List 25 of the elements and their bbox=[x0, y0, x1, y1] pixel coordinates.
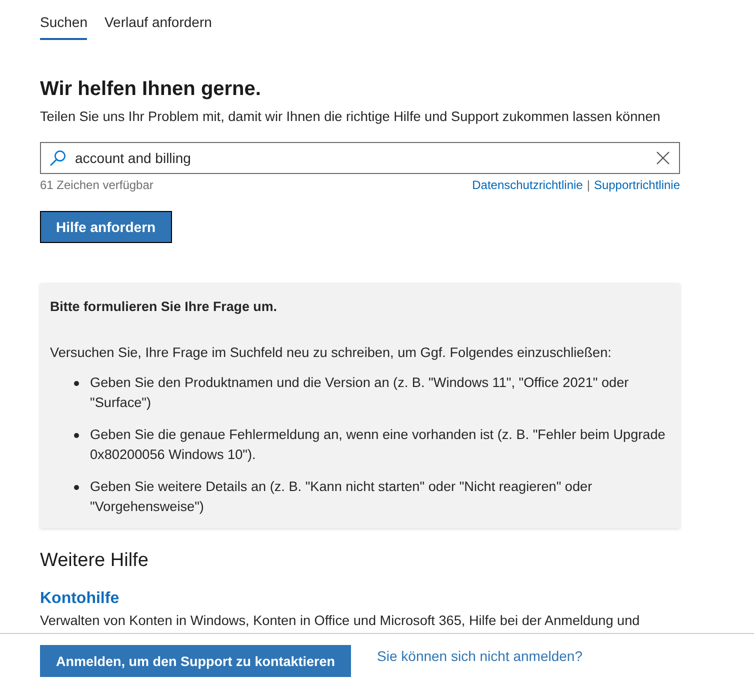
tab[interactable]: Suchen bbox=[40, 12, 88, 40]
character-counter: 61 Zeichen verfügbar bbox=[40, 177, 154, 193]
bullet-icon bbox=[74, 485, 79, 490]
cannot-sign-in-link[interactable]: Sie können sich nicht anmelden? bbox=[377, 646, 582, 666]
bullet-icon bbox=[74, 433, 79, 438]
policy-link[interactable]: Supportrichtlinie bbox=[594, 177, 680, 193]
tab[interactable]: Verlauf anfordern bbox=[104, 12, 212, 40]
search-field[interactable]: account and billing bbox=[40, 142, 680, 174]
notice-title: Bitte formulieren Sie Ihre Frage um. bbox=[50, 298, 278, 316]
search-icon bbox=[50, 150, 66, 166]
clear-icon[interactable] bbox=[656, 151, 670, 165]
sign-in-button[interactable]: Anmelden, um den Support zu kontaktieren bbox=[40, 645, 352, 677]
tip-text: Geben Sie weitere Details an (z. B. "Kann nicht starten" oder "Nicht reagieren" oder "Vorgehensweise") bbox=[90, 478, 594, 516]
bullet-icon bbox=[74, 381, 79, 386]
tip-text: Geben Sie die genaue Fehlermeldung an, wenn eine vorhanden ist (z. B. "Fehler beim Upgrade 0x80200056 Windows 10"). bbox=[90, 426, 666, 464]
link-separator: | bbox=[586, 177, 590, 193]
section-heading: Weitere Hilfe bbox=[40, 549, 148, 573]
help-topic-description: Verwalten von Konten in Windows, Konten in Office und Microsoft 365, Hilfe bei der Anmeldung und bbox=[40, 612, 640, 630]
tip-text: Geben Sie den Produktnamen und die Version an (z. B. "Windows 11", "Office 2021" oder "Surface") bbox=[90, 374, 630, 412]
policy-link[interactable]: Datenschutzrichtlinie bbox=[472, 177, 583, 193]
notice-text: Versuchen Sie, Ihre Frage im Suchfeld neu zu schreiben, um Ggf. Folgendes einzuschließen: bbox=[50, 344, 612, 362]
get-help-button[interactable]: Hilfe anfordern bbox=[40, 211, 172, 243]
page-subtitle: Teilen Sie uns Ihr Problem mit, damit wir Ihnen die richtige Hilfe und Support zukommen lassen können bbox=[40, 108, 660, 126]
page-heading: Wir helfen Ihnen gerne. bbox=[40, 77, 261, 102]
help-topic-link[interactable]: Kontohilfe bbox=[40, 588, 120, 610]
